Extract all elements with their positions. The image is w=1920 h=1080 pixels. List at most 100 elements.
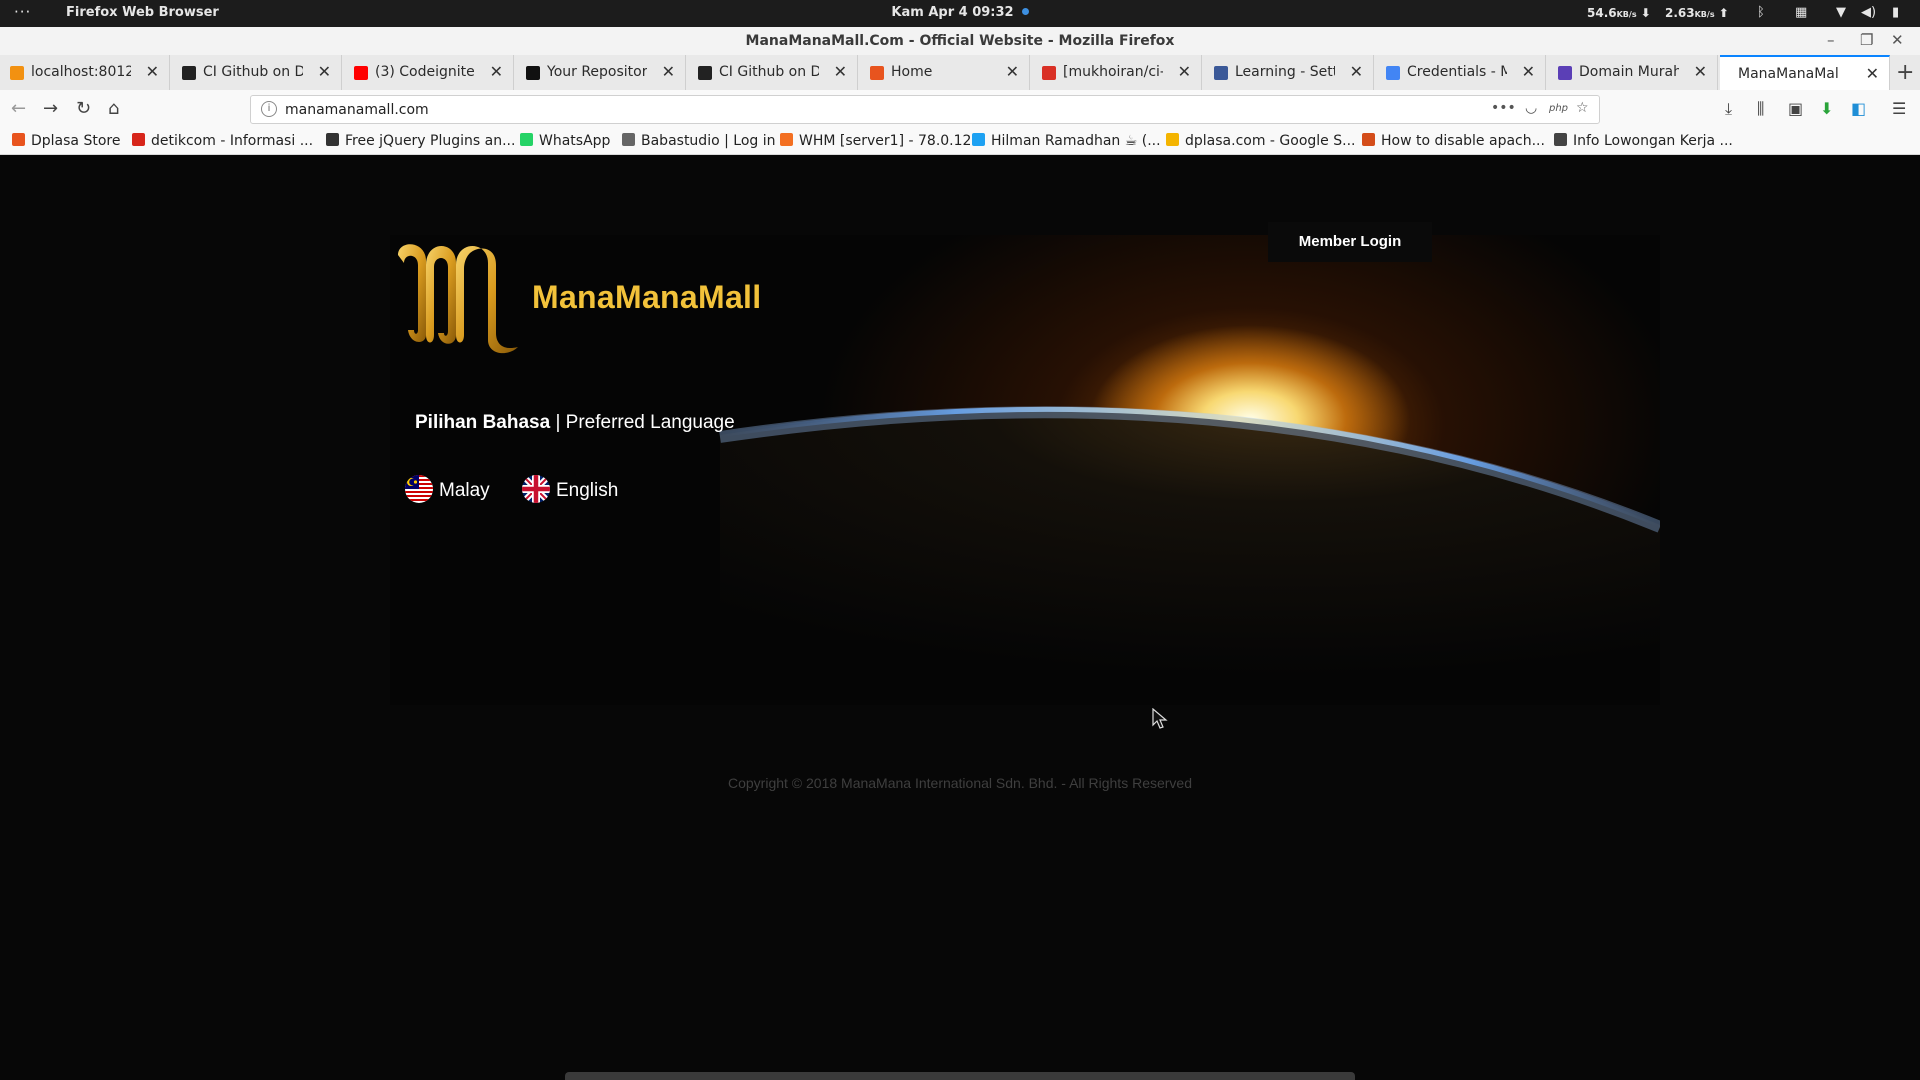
tab-label: Domain Murah I [1579,64,1679,80]
tab[interactable]: Your Repositori ✕ [516,55,686,90]
bookmark-favicon-icon [622,133,635,146]
bookmark-label: How to disable apach... [1381,133,1545,149]
bookmark-favicon-icon [972,133,985,146]
url-bar[interactable]: i ••• ◡ php ☆ [250,95,1600,124]
gmail-icon [1042,66,1056,80]
library-icon[interactable]: ⫼ [1757,99,1764,119]
activities-button[interactable]: ··· [14,3,31,21]
manamanamall-logo[interactable] [390,235,530,360]
bookmark-item[interactable]: Hilman Ramadhan ☕ (... [972,133,1161,149]
tab[interactable]: Home ✕ [860,55,1030,90]
close-tab-icon[interactable]: ✕ [146,62,159,81]
bluetooth-icon[interactable]: ᛒ [1757,5,1765,20]
tab[interactable]: CI Github on Dai ✕ [172,55,342,90]
pocket-icon[interactable]: ◡ [1525,100,1537,116]
calendar-icon[interactable]: ▦ [1795,5,1807,20]
tab-label: Credentials - My [1407,64,1507,80]
close-tab-icon[interactable]: ✕ [662,62,675,81]
url-input[interactable] [283,99,1387,121]
volume-icon[interactable]: ◀) [1861,5,1876,20]
close-tab-icon[interactable]: ✕ [1866,64,1879,83]
close-tab-icon[interactable]: ✕ [1694,62,1707,81]
close-window-icon[interactable]: ✕ [1891,31,1904,49]
tab[interactable]: CI Github on Dai ✕ [688,55,858,90]
php-extension-icon[interactable]: php [1549,103,1568,114]
copyright-footer: Copyright © 2018 ManaMana International … [727,775,1193,791]
app-menu[interactable]: Firefox Web Browser [66,5,219,20]
sync-extension-icon[interactable]: ◧ [1851,99,1866,118]
bookmark-item[interactable]: Info Lowongan Kerja ... [1554,133,1733,149]
close-tab-icon[interactable]: ✕ [1006,62,1019,81]
language-malay-button[interactable]: Malay [405,475,490,503]
bookmark-item[interactable]: WhatsApp [520,133,610,149]
domain-icon [1558,66,1572,80]
bookmark-item[interactable]: Babastudio | Log in [622,133,775,149]
github-icon [526,66,540,80]
downloads-icon[interactable]: ⤓ [1725,99,1732,119]
site-info-icon[interactable]: i [261,101,277,117]
brand-name[interactable]: ManaManaMall [532,279,761,316]
battery-icon[interactable]: ▮ [1892,5,1899,20]
page-actions-icon[interactable]: ••• [1491,100,1516,116]
restore-icon[interactable]: ❐ [1860,31,1873,49]
tab[interactable]: localhost:8012 / ✕ [0,55,170,90]
bookmark-label: WHM [server1] - 78.0.12 [799,133,972,149]
dplasa-icon [870,66,884,80]
tab-label: CI Github on Dai [203,64,303,80]
home-icon[interactable]: ⌂ [108,98,119,119]
tab-label: Learning - Settin [1235,64,1335,80]
close-tab-icon[interactable]: ✕ [834,62,847,81]
language-heading: Pilihan Bahasa | Preferred Language [415,412,735,433]
tab-label: (3) Codeigniter I [375,64,475,80]
horizontal-scrollbar[interactable] [565,1072,1355,1080]
bookmark-item[interactable]: Free jQuery Plugins an... [326,133,515,149]
bookmark-item[interactable]: dplasa.com - Google S... [1166,133,1355,149]
notification-dot-icon [1021,8,1029,15]
bookmark-item[interactable]: detikcom - Informasi ... [132,133,313,149]
bookmark-favicon-icon [520,133,533,146]
reload-icon[interactable]: ↻ [76,98,91,119]
language-english-button[interactable]: English [522,475,618,503]
web-page: ManaManaMall Member Login Pilihan Bahasa… [0,155,1920,1080]
menu-icon[interactable]: ☰ [1892,99,1906,118]
tab[interactable]: Learning - Settin ✕ [1204,55,1374,90]
tab-label: [mukhoiran/ci-l [1063,64,1163,80]
bookmark-label: dplasa.com - Google S... [1185,133,1356,149]
extension-download-icon[interactable]: ⬇ [1820,99,1833,118]
trello-icon [698,66,712,80]
wifi-icon[interactable]: ▼ [1836,5,1846,20]
tab[interactable]: (3) Codeigniter I ✕ [344,55,514,90]
new-tab-button[interactable]: + [1896,60,1914,85]
tab[interactable]: ManaManaMall.c ✕ [1720,55,1890,90]
window-title-bar: ManaManaMall.Com - Official Website - Mo… [0,27,1920,55]
tab-label: localhost:8012 / [31,64,131,80]
tab-label: Your Repositori [547,64,647,80]
close-tab-icon[interactable]: ✕ [1178,62,1191,81]
sidebar-icon[interactable]: ▣ [1788,99,1803,118]
close-tab-icon[interactable]: ✕ [1350,62,1363,81]
tab[interactable]: Domain Murah I ✕ [1548,55,1718,90]
tab-label: ManaManaMall.c [1738,66,1838,82]
bookmark-favicon-icon [780,133,793,146]
tab-label: CI Github on Dai [719,64,819,80]
bookmark-item[interactable]: Dplasa Store [12,133,120,149]
bookmark-label: Babastudio | Log in [641,133,776,149]
bookmark-star-icon[interactable]: ☆ [1576,100,1589,116]
close-tab-icon[interactable]: ✕ [318,62,331,81]
bookmark-item[interactable]: WHM [server1] - 78.0.12 [780,133,971,149]
bookmark-favicon-icon [326,133,339,146]
net-up-speed: 2.63KB/s ⬆ [1665,6,1729,20]
minimize-icon[interactable]: – [1827,31,1835,49]
tab[interactable]: [mukhoiran/ci-l ✕ [1032,55,1202,90]
trello-icon [182,66,196,80]
close-tab-icon[interactable]: ✕ [1522,62,1535,81]
back-icon[interactable]: ← [11,98,26,119]
bookmark-label: Free jQuery Plugins an... [345,133,516,149]
close-tab-icon[interactable]: ✕ [490,62,503,81]
bookmark-favicon-icon [1362,133,1375,146]
member-login-button[interactable]: Member Login [1268,222,1432,262]
bookmark-item[interactable]: How to disable apach... [1362,133,1545,149]
bookmarks-toolbar: Dplasa Store detikcom - Informasi ... Free… [0,130,1920,155]
forward-icon[interactable]: → [43,98,58,119]
tab[interactable]: Credentials - My ✕ [1376,55,1546,90]
